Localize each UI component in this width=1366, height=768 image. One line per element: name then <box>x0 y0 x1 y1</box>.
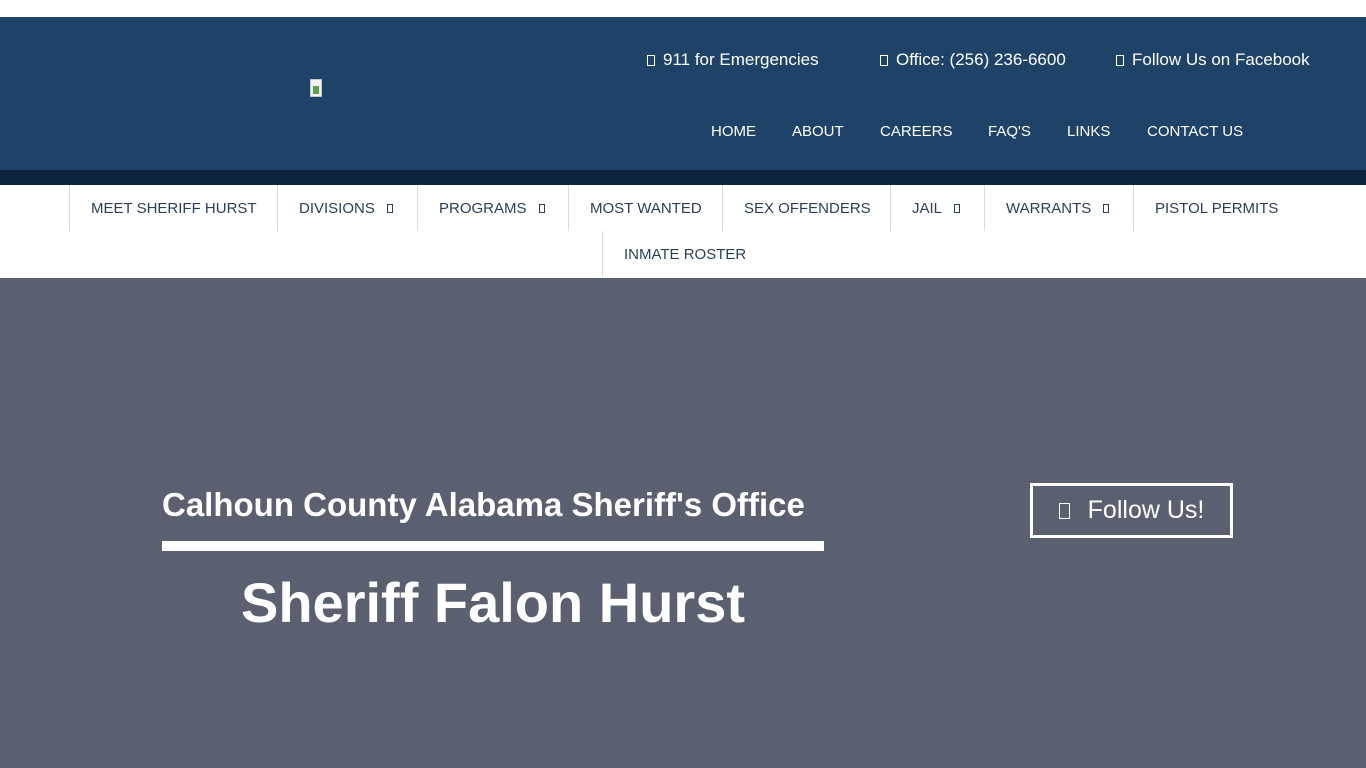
top-strip <box>0 0 1366 17</box>
facebook-icon <box>1058 502 1070 519</box>
menu-label: DIVISIONS <box>299 199 375 217</box>
office-phone-label: Office: (256) 236-6600 <box>896 50 1066 69</box>
menu-label: INMATE ROSTER <box>624 245 747 263</box>
menu-pistol-permits[interactable]: PISTOL PERMITS <box>1133 185 1299 231</box>
logo-broken-image-icon[interactable] <box>310 79 322 97</box>
chevron-down-icon <box>386 203 393 213</box>
menu-meet-sheriff-hurst[interactable]: MEET SHERIFF HURST <box>69 185 278 231</box>
facebook-label: Follow Us on Facebook <box>1132 50 1310 69</box>
follow-us-label: Follow Us! <box>1087 496 1205 524</box>
menu-label: MOST WANTED <box>590 199 702 217</box>
menu-label: JAIL <box>912 199 943 217</box>
chevron-down-icon <box>538 203 545 213</box>
nav-contact-us[interactable]: CONTACT US <box>1147 123 1243 140</box>
menu-jail[interactable]: JAIL <box>890 185 984 231</box>
chevron-down-icon <box>1103 203 1110 213</box>
menu-label: PROGRAMS <box>439 199 527 217</box>
menu-divisions[interactable]: DIVISIONS <box>277 185 417 231</box>
nav-faqs[interactable]: FAQ'S <box>988 123 1031 140</box>
emergency-label: 911 for Emergencies <box>663 50 819 69</box>
nav-home[interactable]: HOME <box>711 123 756 140</box>
hero-title: Sheriff Falon Hurst <box>240 571 746 634</box>
site-header <box>0 17 1366 170</box>
facebook-icon <box>1116 54 1124 66</box>
follow-us-button[interactable]: Follow Us! <box>1030 483 1233 538</box>
nav-links[interactable]: LINKS <box>1067 123 1110 140</box>
phone-icon <box>880 54 888 66</box>
menu-label: MEET SHERIFF HURST <box>91 199 257 217</box>
menu-inmate-roster[interactable]: INMATE ROSTER <box>602 231 767 277</box>
hero-subtitle: Calhoun County Alabama Sheriff's Office <box>162 486 805 523</box>
office-phone-contact[interactable]: Office: (256) 236-6600 <box>880 50 1066 70</box>
nav-careers[interactable]: CAREERS <box>880 123 953 140</box>
menu-label: WARRANTS <box>1006 199 1092 217</box>
emergency-contact[interactable]: 911 for Emergencies <box>647 50 819 70</box>
menu-programs[interactable]: PROGRAMS <box>417 185 568 231</box>
main-nav: MEET SHERIFF HURST DIVISIONS PROGRAMS MO… <box>0 185 1366 278</box>
menu-warrants[interactable]: WARRANTS <box>984 185 1133 231</box>
header-band <box>0 170 1366 185</box>
menu-sex-offenders[interactable]: SEX OFFENDERS <box>722 185 890 231</box>
menu-label: SEX OFFENDERS <box>744 199 871 217</box>
menu-most-wanted[interactable]: MOST WANTED <box>568 185 722 231</box>
alert-icon <box>647 54 655 66</box>
chevron-down-icon <box>954 203 961 213</box>
menu-label: PISTOL PERMITS <box>1155 199 1279 217</box>
hero-divider <box>162 541 824 551</box>
facebook-contact[interactable]: Follow Us on Facebook <box>1116 50 1310 70</box>
nav-about[interactable]: ABOUT <box>792 123 844 140</box>
